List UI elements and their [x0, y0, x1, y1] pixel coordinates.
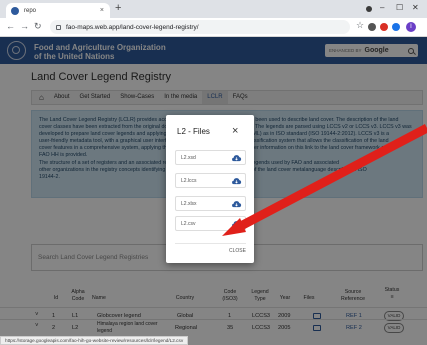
cloud-download-icon[interactable] — [231, 200, 242, 208]
dialog-divider — [175, 243, 246, 244]
browser-tab-strip: repo × + – ☐ ✕ — [0, 0, 427, 18]
close-button[interactable]: CLOSE — [229, 248, 246, 254]
cloud-download-icon[interactable] — [231, 177, 242, 185]
extension-icon[interactable] — [392, 23, 400, 31]
tab-title: repo — [24, 7, 37, 14]
site-favicon-icon — [11, 6, 19, 15]
file-item-csv[interactable]: L2.csv — [175, 216, 246, 231]
cloud-download-icon[interactable] — [231, 220, 242, 228]
cloud-download-icon[interactable] — [231, 154, 242, 162]
profile-indicator-icon[interactable] — [366, 6, 372, 12]
url-field[interactable]: fao-maps.web.app/land-cover-legend-regis… — [50, 20, 350, 34]
maximize-button[interactable]: ☐ — [396, 3, 403, 12]
reload-icon[interactable]: ↻ — [34, 21, 42, 32]
address-bar: ← → ↻ fao-maps.web.app/land-cover-legend… — [0, 18, 427, 37]
link-preview-status: https://storage.googleapis.com/fao-hih-g… — [0, 336, 189, 345]
dialog-title: L2 - Files — [177, 127, 210, 136]
close-window-button[interactable]: ✕ — [412, 3, 419, 12]
minimize-button[interactable]: – — [380, 3, 384, 12]
file-name: L2.xlsx — [181, 201, 197, 207]
file-name: L2.csv — [181, 221, 196, 227]
back-icon[interactable]: ← — [6, 21, 15, 31]
files-dialog: L2 - Files × L2.xsd L2.lccs L2.xlsx L2.c… — [166, 115, 254, 263]
file-item-lccs[interactable]: L2.lccs — [175, 173, 246, 188]
file-item-xlsx[interactable]: L2.xlsx — [175, 196, 246, 211]
extension-icon[interactable] — [380, 23, 388, 31]
star-icon[interactable]: ☆ — [356, 20, 364, 31]
url-text: fao-maps.web.app/land-cover-legend-regis… — [66, 23, 199, 31]
close-icon[interactable]: × — [232, 125, 238, 137]
browser-tab[interactable]: repo × — [6, 3, 110, 18]
profile-avatar[interactable]: I — [406, 22, 416, 32]
forward-icon[interactable]: → — [20, 21, 29, 31]
file-name: L2.lccs — [181, 178, 197, 184]
file-name: L2.xsd — [181, 155, 196, 161]
new-tab-button[interactable]: + — [115, 2, 121, 14]
tab-close-icon[interactable]: × — [100, 7, 104, 14]
extension-icon[interactable] — [368, 23, 376, 31]
lock-icon — [56, 24, 61, 30]
file-item-xsd[interactable]: L2.xsd — [175, 150, 246, 165]
